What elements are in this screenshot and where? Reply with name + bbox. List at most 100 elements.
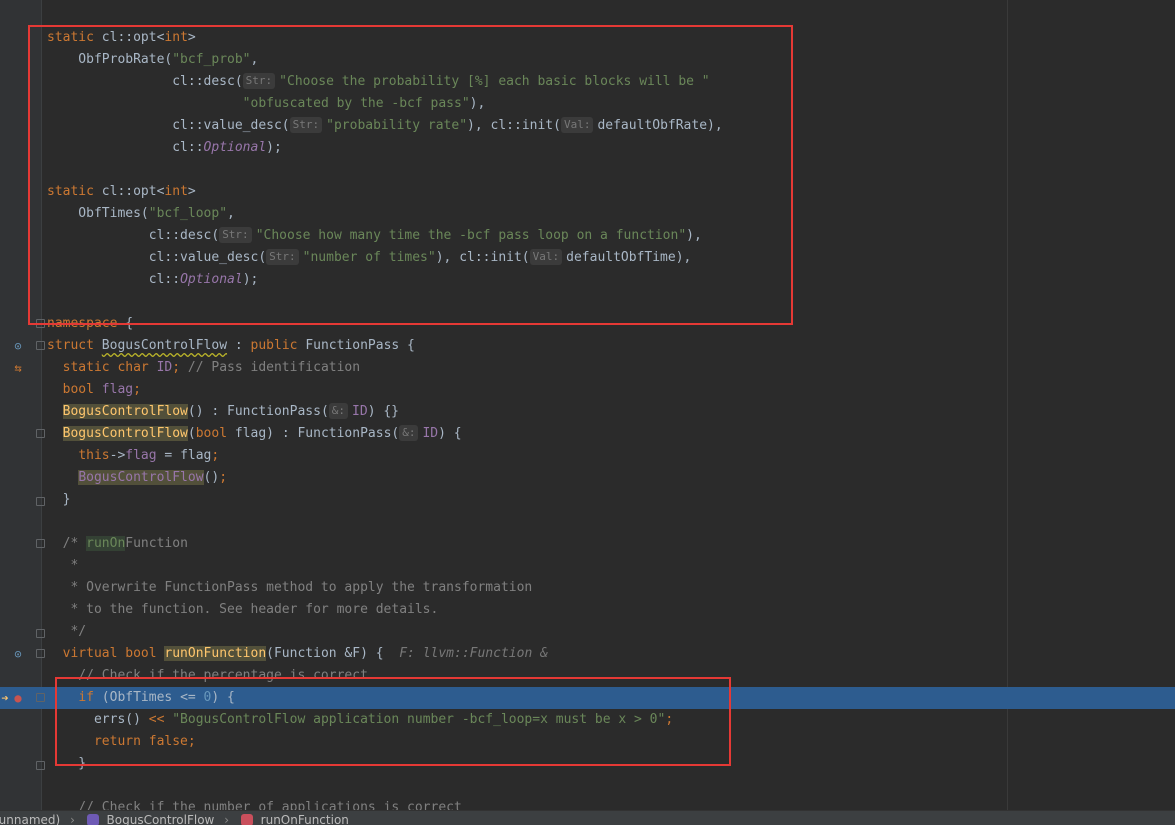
code-text: * Overwrite FunctionPass method to apply… [47,577,532,599]
code-token: return false; [93,734,196,749]
code-token: "obfuscated by the -bcf pass" [242,96,470,111]
code-line[interactable]: "obfuscated by the -bcf pass"), [0,93,1175,115]
code-token: () [203,470,220,485]
code-line[interactable] [0,159,1175,181]
code-token: ; [219,470,228,485]
code-line[interactable] [0,511,1175,533]
code-line[interactable]: * [0,555,1175,577]
code-text: cl::value_desc(Str: "probability rate"), … [47,115,723,137]
code-token: cl::value_desc( [47,250,267,265]
code-text: virtual bool runOnFunction(Function &F) … [47,643,548,665]
code-token: namespace [47,316,126,331]
code-line[interactable]: static cl::opt<int> [0,181,1175,203]
code-line[interactable]: cl::desc(Str: "Choose the probability [%]… [0,71,1175,93]
fold-start-marker[interactable] [36,428,45,439]
code-text: // Check if the percentage is correct [47,665,368,687]
code-text: if (ObfTimes <= 0) { [47,687,235,709]
code-line[interactable]: } [0,489,1175,511]
code-text: return false; [47,731,196,753]
code-line[interactable]: ObfTimes("bcf_loop", [0,203,1175,225]
code-line[interactable]: static cl::opt<int> [0,27,1175,49]
code-line[interactable] [0,291,1175,313]
code-text: cl::desc(Str: "Choose the probability [%]… [47,71,710,93]
code-line[interactable]: */ [0,621,1175,643]
code-token: flag) : FunctionPass( [234,426,400,441]
code-token: Function [125,536,188,551]
code-token: BogusControlFlow [101,338,228,353]
code-token: ID [156,360,173,375]
code-line[interactable]: errs() << "BogusControlFlow application … [0,709,1175,731]
code-line[interactable]: this->flag = flag; [0,445,1175,467]
current-code-line[interactable]: ● ➔ if (ObfTimes <= 0) { [0,687,1175,709]
code-token: > [187,30,196,45]
code-line[interactable]: BogusControlFlow(); [0,467,1175,489]
code-token: Optional [180,272,243,287]
code-line[interactable]: cl::Optional); [0,269,1175,291]
fold-start-marker[interactable] [36,692,45,703]
code-text: cl::value_desc(Str: "number of times"), c… [47,247,691,269]
code-line[interactable]: ⊙ virtual bool runOnFunction(Function &F… [0,643,1175,665]
fold-end-marker[interactable] [36,758,45,770]
code-token: runOn [86,536,126,551]
code-line[interactable]: BogusControlFlow() : FunctionPass(&: ID) … [0,401,1175,423]
code-line[interactable]: return false; [0,731,1175,753]
code-token: this [78,448,110,463]
code-token: cl:: [47,140,204,155]
fold-start-marker[interactable] [36,538,45,549]
code-line[interactable]: bool flag; [0,379,1175,401]
code-line[interactable]: * to the function. See header for more d… [0,599,1175,621]
code-text: struct BogusControlFlow : public Functio… [47,335,415,357]
struct-icon [86,814,99,825]
code-line[interactable]: ⇆ static char ID; // Pass identification [0,357,1175,379]
breadcrumb-namespace[interactable]: (unnamed) [0,813,60,825]
code-token: ; [133,382,141,397]
code-token: ; [211,448,220,463]
code-token: "bcf_prob" [172,52,251,67]
code-line[interactable]: /* runOnFunction [0,533,1175,555]
code-token: defaultObfRate), [597,118,723,133]
breadcrumb-struct[interactable]: BogusControlFlow [107,813,215,825]
code-token: ID [352,404,368,419]
code-text: * to the function. See header for more d… [47,599,438,621]
code-token: F: llvm::Function & [399,646,548,661]
code-text: cl::desc(Str: "Choose how many time the -… [47,225,702,247]
fold-start-marker[interactable] [36,340,45,351]
parameter-hint: &: [328,403,349,419]
code-token: ), cl::init( [435,250,530,265]
code-token: "bcf_loop" [148,206,228,221]
fold-end-marker[interactable] [36,626,45,638]
code-token: : [227,338,251,353]
breakpoint-icon[interactable]: ● [11,689,25,707]
fold-end-marker[interactable] [36,494,45,506]
code-line[interactable]: namespace { [0,313,1175,335]
code-token: public [250,338,306,353]
code-token: ); [266,140,282,155]
code-token: (Function &F) { [266,646,400,661]
code-line[interactable]: * Overwrite FunctionPass method to apply… [0,577,1175,599]
breadcrumb-method[interactable]: runOnFunction [261,813,349,825]
code-line[interactable]: cl::desc(Str: "Choose how many time the -… [0,225,1175,247]
code-token: // Check if the percentage is correct [47,668,368,683]
code-line[interactable]: BogusControlFlow(bool flag) : FunctionPa… [0,423,1175,445]
fold-start-marker[interactable] [36,318,45,329]
related-symbol-icon[interactable]: ⇆ [11,359,25,377]
code-line[interactable]: ObfProbRate("bcf_prob", [0,49,1175,71]
code-token: ObfProbRate( [47,52,173,67]
code-text: } [47,489,71,511]
code-line[interactable]: ⊙ struct BogusControlFlow : public Functi… [0,335,1175,357]
code-line[interactable]: // Check if the percentage is correct [0,665,1175,687]
override-marker-icon[interactable]: ⊙ [11,645,25,663]
fold-start-marker[interactable] [36,648,45,659]
code-line[interactable]: } [0,753,1175,775]
code-line[interactable]: cl::Optional); [0,137,1175,159]
code-line[interactable] [0,775,1175,797]
code-line[interactable]: cl::value_desc(Str: "probability rate"), … [0,115,1175,137]
code-token: flag [125,448,157,463]
code-token: int [164,30,188,45]
override-marker-icon[interactable]: ⊙ [11,337,25,355]
code-line[interactable]: cl::value_desc(Str: "number of times"), c… [0,247,1175,269]
